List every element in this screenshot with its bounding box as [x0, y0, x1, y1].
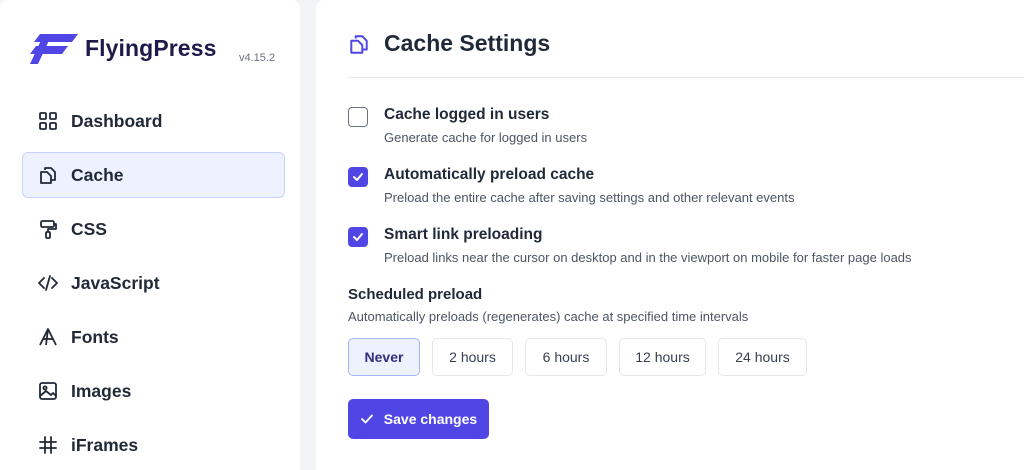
smart-link-checkbox[interactable]	[348, 227, 368, 247]
header-divider	[348, 77, 1024, 78]
sidebar-item-dashboard[interactable]: Dashboard	[22, 98, 285, 144]
sidebar: FlyingPress v4.15.2 Dashboard Cache CSS …	[0, 0, 300, 470]
check-icon	[360, 414, 373, 424]
sidebar-item-label: CSS	[71, 218, 107, 239]
paint-roller-icon	[37, 218, 59, 240]
setting-smart-link-preloading: Smart link preloading Preload links near…	[348, 226, 912, 265]
schedule-option-24-hours[interactable]: 24 hours	[718, 338, 807, 376]
scheduled-preload-label: Scheduled preload	[348, 286, 483, 303]
code-icon	[37, 272, 59, 294]
setting-desc: Preload the entire cache after saving se…	[384, 190, 795, 205]
schedule-option-2-hours[interactable]: 2 hours	[432, 338, 513, 376]
sidebar-item-iframes[interactable]: iFrames	[22, 422, 285, 468]
sidebar-nav: Dashboard Cache CSS JavaScript Fonts Ima…	[22, 98, 285, 470]
sidebar-item-javascript[interactable]: JavaScript	[22, 260, 285, 306]
sidebar-item-label: Cache	[71, 164, 124, 185]
setting-label: Smart link preloading	[384, 226, 543, 243]
sidebar-item-cache[interactable]: Cache	[22, 152, 285, 198]
main-panel: Cache Settings Cache logged in users Gen…	[316, 0, 1024, 470]
grid-icon	[37, 110, 59, 132]
sidebar-item-label: Fonts	[71, 326, 119, 347]
page-header: Cache Settings	[348, 30, 550, 57]
check-icon	[353, 173, 363, 181]
sidebar-item-fonts[interactable]: Fonts	[22, 314, 285, 360]
sidebar-item-label: Images	[71, 380, 132, 401]
sidebar-item-label: iFrames	[71, 434, 139, 455]
copy-icon	[37, 164, 59, 186]
schedule-option-6-hours[interactable]: 6 hours	[525, 338, 607, 376]
schedule-option-never[interactable]: Never	[348, 338, 420, 376]
flyingpress-logo-icon	[30, 34, 78, 64]
sidebar-item-images[interactable]: Images	[22, 368, 285, 414]
sidebar-item-label: JavaScript	[71, 272, 160, 293]
copy-icon	[350, 34, 368, 54]
sidebar-item-label: Dashboard	[71, 110, 163, 131]
schedule-option-12-hours[interactable]: 12 hours	[619, 338, 706, 376]
hash-icon	[37, 434, 59, 456]
save-button-label: Save changes	[383, 411, 478, 427]
brand-name: FlyingPress	[85, 34, 217, 61]
cache-logged-in-checkbox[interactable]	[348, 107, 368, 127]
setting-desc: Generate cache for logged in users	[384, 130, 588, 145]
page-title: Cache Settings	[384, 30, 551, 56]
setting-label: Cache logged in users	[384, 106, 550, 123]
auto-preload-checkbox[interactable]	[348, 167, 368, 187]
version-label: v4.15.2	[239, 52, 276, 64]
sidebar-item-css[interactable]: CSS	[22, 206, 285, 252]
schedule-options: Never 2 hours 6 hours 12 hours 24 hours	[348, 338, 819, 376]
brand[interactable]: FlyingPress	[30, 30, 217, 66]
setting-cache-logged-in-users: Cache logged in users Generate cache for…	[348, 106, 587, 145]
setting-desc: Preload links near the cursor on desktop…	[384, 250, 912, 265]
scheduled-preload-desc: Automatically preloads (regenerates) cac…	[348, 309, 749, 324]
save-changes-button[interactable]: Save changes	[348, 399, 489, 439]
setting-auto-preload: Automatically preload cache Preload the …	[348, 166, 794, 205]
setting-label: Automatically preload cache	[384, 166, 595, 183]
image-icon	[37, 380, 59, 402]
check-icon	[353, 233, 363, 241]
font-icon	[37, 326, 59, 348]
